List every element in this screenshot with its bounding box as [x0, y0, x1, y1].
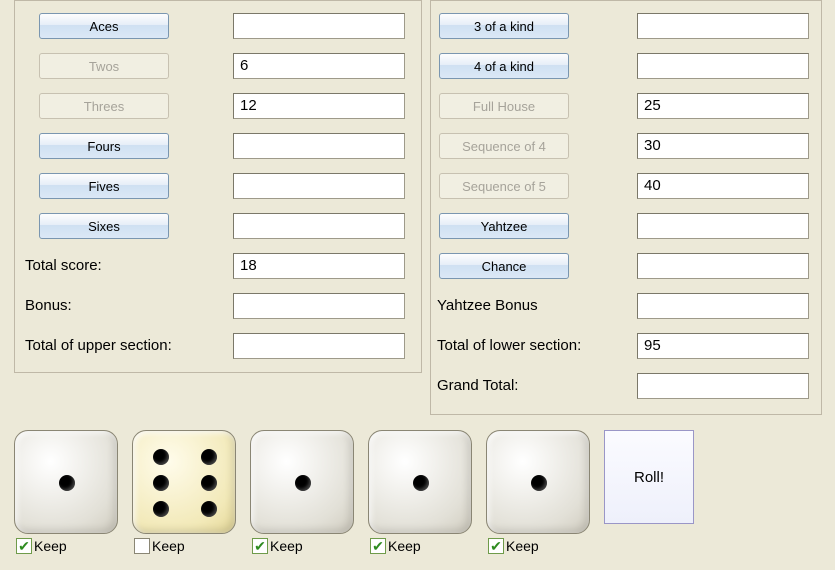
die-5-wrap: ✔ Keep — [486, 430, 590, 534]
category-seq5-button: Sequence of 5 — [439, 173, 569, 199]
keep-2-label: Keep — [152, 538, 185, 554]
keep-4-checkbox[interactable]: ✔ — [370, 538, 386, 554]
lower-section-total-label: Total of lower section: — [437, 337, 581, 354]
category-sixes-button[interactable]: Sixes — [39, 213, 169, 239]
die-1[interactable] — [14, 430, 118, 534]
score-fours — [233, 133, 405, 159]
keep-4-label: Keep — [388, 538, 421, 554]
category-chance-button[interactable]: Chance — [439, 253, 569, 279]
category-3kind-button[interactable]: 3 of a kind — [439, 13, 569, 39]
score-yahtzee — [637, 213, 809, 239]
score-twos: 6 — [233, 53, 405, 79]
score-seq4: 30 — [637, 133, 809, 159]
upper-bonus-label: Bonus: — [25, 297, 72, 314]
category-fives-button[interactable]: Fives — [39, 173, 169, 199]
keep-1-label: Keep — [34, 538, 67, 554]
category-aces-button[interactable]: Aces — [39, 13, 169, 39]
upper-section-total-label: Total of upper section: — [25, 337, 172, 354]
upper-section-total-value — [233, 333, 405, 359]
score-chance — [637, 253, 809, 279]
upper-bonus-value — [233, 293, 405, 319]
pip-icon — [59, 475, 75, 491]
score-4kind — [637, 53, 809, 79]
pip-icon — [153, 475, 169, 491]
category-seq4-button: Sequence of 4 — [439, 133, 569, 159]
score-fullhouse: 25 — [637, 93, 809, 119]
pip-icon — [201, 501, 217, 517]
die-1-wrap: ✔ Keep — [14, 430, 118, 534]
die-3-wrap: ✔ Keep — [250, 430, 354, 534]
keep-3-checkbox[interactable]: ✔ — [252, 538, 268, 554]
score-3kind — [637, 13, 809, 39]
category-yahtzee-button[interactable]: Yahtzee — [439, 213, 569, 239]
lower-section-total-value: 95 — [637, 333, 809, 359]
keep-2-checkbox[interactable]: ✔ — [134, 538, 150, 554]
keep-1-checkbox[interactable]: ✔ — [16, 538, 32, 554]
die-4-wrap: ✔ Keep — [368, 430, 472, 534]
yahtzee-bonus-value — [637, 293, 809, 319]
pip-icon — [531, 475, 547, 491]
die-3[interactable] — [250, 430, 354, 534]
category-fours-button[interactable]: Fours — [39, 133, 169, 159]
category-threes-button: Threes — [39, 93, 169, 119]
category-twos-button: Twos — [39, 53, 169, 79]
category-4kind-button[interactable]: 4 of a kind — [439, 53, 569, 79]
grand-total-label: Grand Total: — [437, 377, 518, 394]
score-aces — [233, 13, 405, 39]
die-2[interactable] — [132, 430, 236, 534]
pip-icon — [201, 449, 217, 465]
pip-icon — [295, 475, 311, 491]
pip-icon — [201, 475, 217, 491]
lower-section-panel: 3 of a kind 4 of a kind Full House 25 Se… — [430, 0, 822, 415]
score-seq5: 40 — [637, 173, 809, 199]
roll-button[interactable]: Roll! — [604, 430, 694, 524]
score-threes: 12 — [233, 93, 405, 119]
yahtzee-bonus-label: Yahtzee Bonus — [437, 297, 538, 314]
die-5[interactable] — [486, 430, 590, 534]
score-sixes — [233, 213, 405, 239]
upper-section-panel: Aces Twos 6 Threes 12 Fours Fives Sixes … — [14, 0, 422, 373]
pip-icon — [153, 449, 169, 465]
die-4[interactable] — [368, 430, 472, 534]
pip-icon — [413, 475, 429, 491]
upper-total-score-value: 18 — [233, 253, 405, 279]
category-fullhouse-button: Full House — [439, 93, 569, 119]
pip-icon — [153, 501, 169, 517]
keep-3-label: Keep — [270, 538, 303, 554]
keep-5-checkbox[interactable]: ✔ — [488, 538, 504, 554]
die-2-wrap: ✔ Keep — [132, 430, 236, 534]
keep-5-label: Keep — [506, 538, 539, 554]
upper-total-score-label: Total score: — [25, 257, 102, 274]
score-fives — [233, 173, 405, 199]
grand-total-value — [637, 373, 809, 399]
